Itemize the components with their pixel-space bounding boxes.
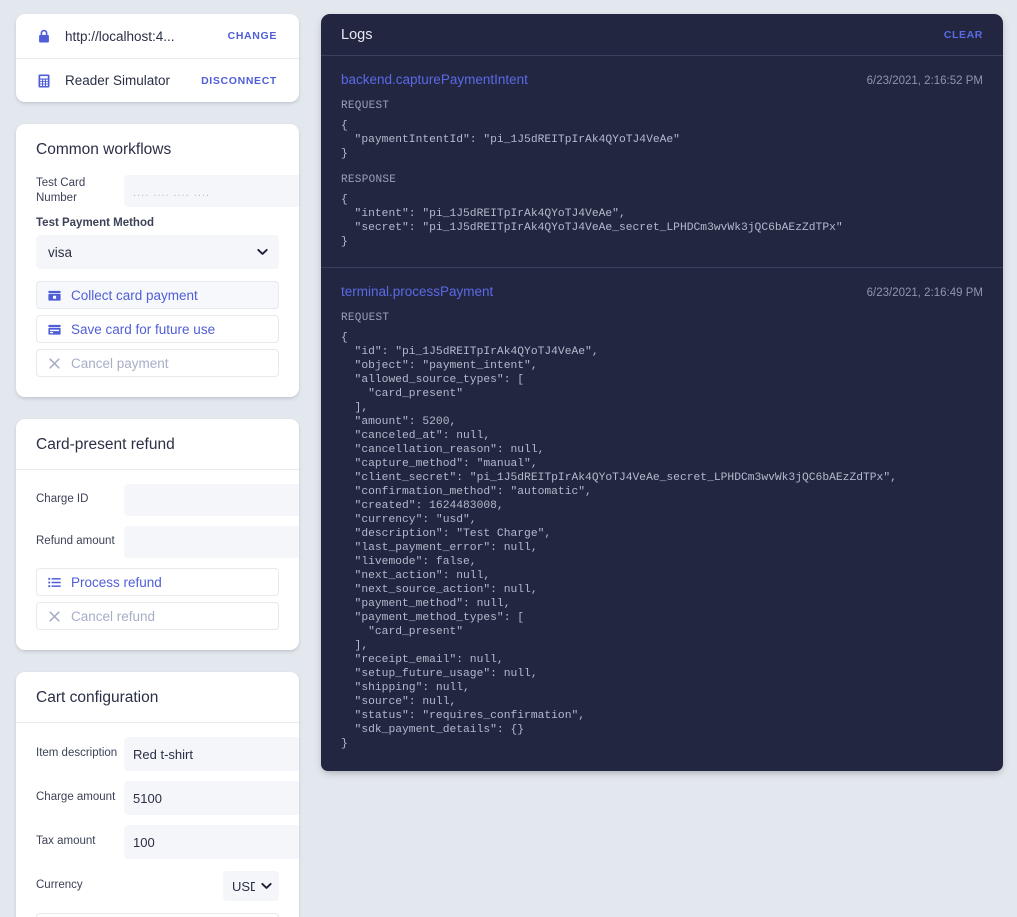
common-workflows-body: Test Card Number Test Payment Method vis… xyxy=(16,175,299,397)
log-request-body: { "paymentIntentId": "pi_1J5dREITpIrAk4Q… xyxy=(341,120,680,160)
cart-body: Item description Charge amount Tax amoun… xyxy=(16,723,299,917)
test-card-number-input[interactable] xyxy=(124,175,299,207)
log-timestamp: 6/23/2021, 2:16:49 PM xyxy=(866,287,983,299)
list-icon xyxy=(48,577,61,587)
change-url-button[interactable]: CHANGE xyxy=(228,30,277,42)
reader-device-icon xyxy=(38,74,50,87)
close-icon xyxy=(49,357,60,369)
charge-id-input[interactable] xyxy=(124,484,299,516)
refund-body: Charge ID Refund amount Process refund C… xyxy=(16,470,299,650)
test-payment-method-label: Test Payment Method xyxy=(36,217,154,229)
test-card-label: Test Card Number xyxy=(36,176,86,204)
common-workflows-card: Common workflows Test Card Number Test P… xyxy=(16,124,299,397)
reader-row: Reader Simulator DISCONNECT xyxy=(16,58,299,102)
currency-row: Currency USD xyxy=(36,871,279,901)
cart-configuration-card: Cart configuration Item description Char… xyxy=(16,672,299,917)
tax-amount-label: Tax amount xyxy=(36,835,96,848)
update-line-items-button[interactable]: Update line items and totals xyxy=(36,913,279,917)
tax-amount-input[interactable] xyxy=(124,825,299,859)
refund-amount-label: Refund amount xyxy=(36,535,115,548)
cancel-refund-label: Cancel refund xyxy=(71,608,156,624)
logs-panel: Logs CLEAR backend.capturePaymentIntent … xyxy=(321,14,1003,771)
charge-amount-label: Charge amount xyxy=(36,791,116,804)
backend-url-row: http://localhost:4... CHANGE xyxy=(16,14,299,58)
log-entry[interactable]: terminal.processPayment 6/23/2021, 2:16:… xyxy=(321,267,1003,769)
refund-card: Card-present refund Charge ID Refund amo… xyxy=(16,419,299,650)
backend-url-label: http://localhost:4... xyxy=(65,28,175,44)
reader-label: Reader Simulator xyxy=(65,73,171,88)
charge-amount-input[interactable] xyxy=(124,781,299,815)
refund-amount-input[interactable] xyxy=(124,526,299,558)
process-refund-button[interactable]: Process refund xyxy=(36,568,279,596)
log-request-label: REQUEST xyxy=(341,312,390,324)
log-method[interactable]: backend.capturePaymentIntent xyxy=(341,72,528,87)
charge-id-row: Charge ID xyxy=(36,484,299,516)
save-card-icon xyxy=(48,324,61,335)
clear-logs-button[interactable]: CLEAR xyxy=(944,29,983,41)
logs-body[interactable]: backend.capturePaymentIntent 6/23/2021, … xyxy=(321,56,1003,771)
common-workflows-title: Common workflows xyxy=(36,141,172,158)
currency-select-wrap: USD xyxy=(223,871,279,901)
test-payment-method-select[interactable]: visa xyxy=(36,235,279,269)
log-request-body: { "id": "pi_1J5dREITpIrAk4QYoTJ4VeAe", "… xyxy=(341,332,897,750)
log-entry-header: backend.capturePaymentIntent 6/23/2021, … xyxy=(341,72,983,87)
cancel-refund-button[interactable]: Cancel refund xyxy=(36,602,279,630)
collect-card-payment-button[interactable]: Collect card payment xyxy=(36,281,279,309)
charge-amount-row: Charge amount xyxy=(36,781,299,815)
currency-select[interactable]: USD xyxy=(223,871,279,901)
currency-label: Currency xyxy=(36,879,83,892)
cancel-payment-button[interactable]: Cancel payment xyxy=(36,349,279,377)
item-description-label: Item description xyxy=(36,747,118,760)
log-method[interactable]: terminal.processPayment xyxy=(341,284,493,299)
save-card-label: Save card for future use xyxy=(71,321,216,337)
charge-id-label: Charge ID xyxy=(36,493,89,506)
cart-title: Cart configuration xyxy=(16,672,299,723)
test-payment-method-select-wrap: visa xyxy=(36,235,279,269)
cancel-payment-label: Cancel payment xyxy=(71,355,169,371)
logs-title: Logs xyxy=(341,26,373,43)
log-entry-header: terminal.processPayment 6/23/2021, 2:16:… xyxy=(341,284,983,299)
refund-title: Card-present refund xyxy=(16,419,299,470)
disconnect-button[interactable]: DISCONNECT xyxy=(201,75,277,87)
logs-header: Logs CLEAR xyxy=(321,14,1003,56)
log-timestamp: 6/23/2021, 2:16:52 PM xyxy=(866,75,983,87)
log-response-label: RESPONSE xyxy=(341,174,397,186)
close-icon xyxy=(49,610,60,622)
save-card-button[interactable]: Save card for future use xyxy=(36,315,279,343)
connection-card: http://localhost:4... CHANGE Reader Simu… xyxy=(16,14,299,102)
app-root: http://localhost:4... CHANGE Reader Simu… xyxy=(0,0,1017,917)
log-request-label: REQUEST xyxy=(341,100,390,112)
log-entry[interactable]: backend.capturePaymentIntent 6/23/2021, … xyxy=(321,56,1003,267)
lock-icon xyxy=(39,29,49,43)
tax-amount-row: Tax amount xyxy=(36,825,299,859)
sidebar: http://localhost:4... CHANGE Reader Simu… xyxy=(16,14,299,917)
item-description-input[interactable] xyxy=(124,737,299,771)
collect-card-payment-label: Collect card payment xyxy=(71,287,198,303)
process-refund-label: Process refund xyxy=(71,574,162,590)
item-description-row: Item description xyxy=(36,737,299,771)
test-card-row: Test Card Number xyxy=(36,175,299,207)
collect-card-icon xyxy=(48,290,61,301)
refund-amount-row: Refund amount xyxy=(36,526,299,558)
log-response-body: { "intent": "pi_1J5dREITpIrAk4QYoTJ4VeAe… xyxy=(341,194,843,248)
